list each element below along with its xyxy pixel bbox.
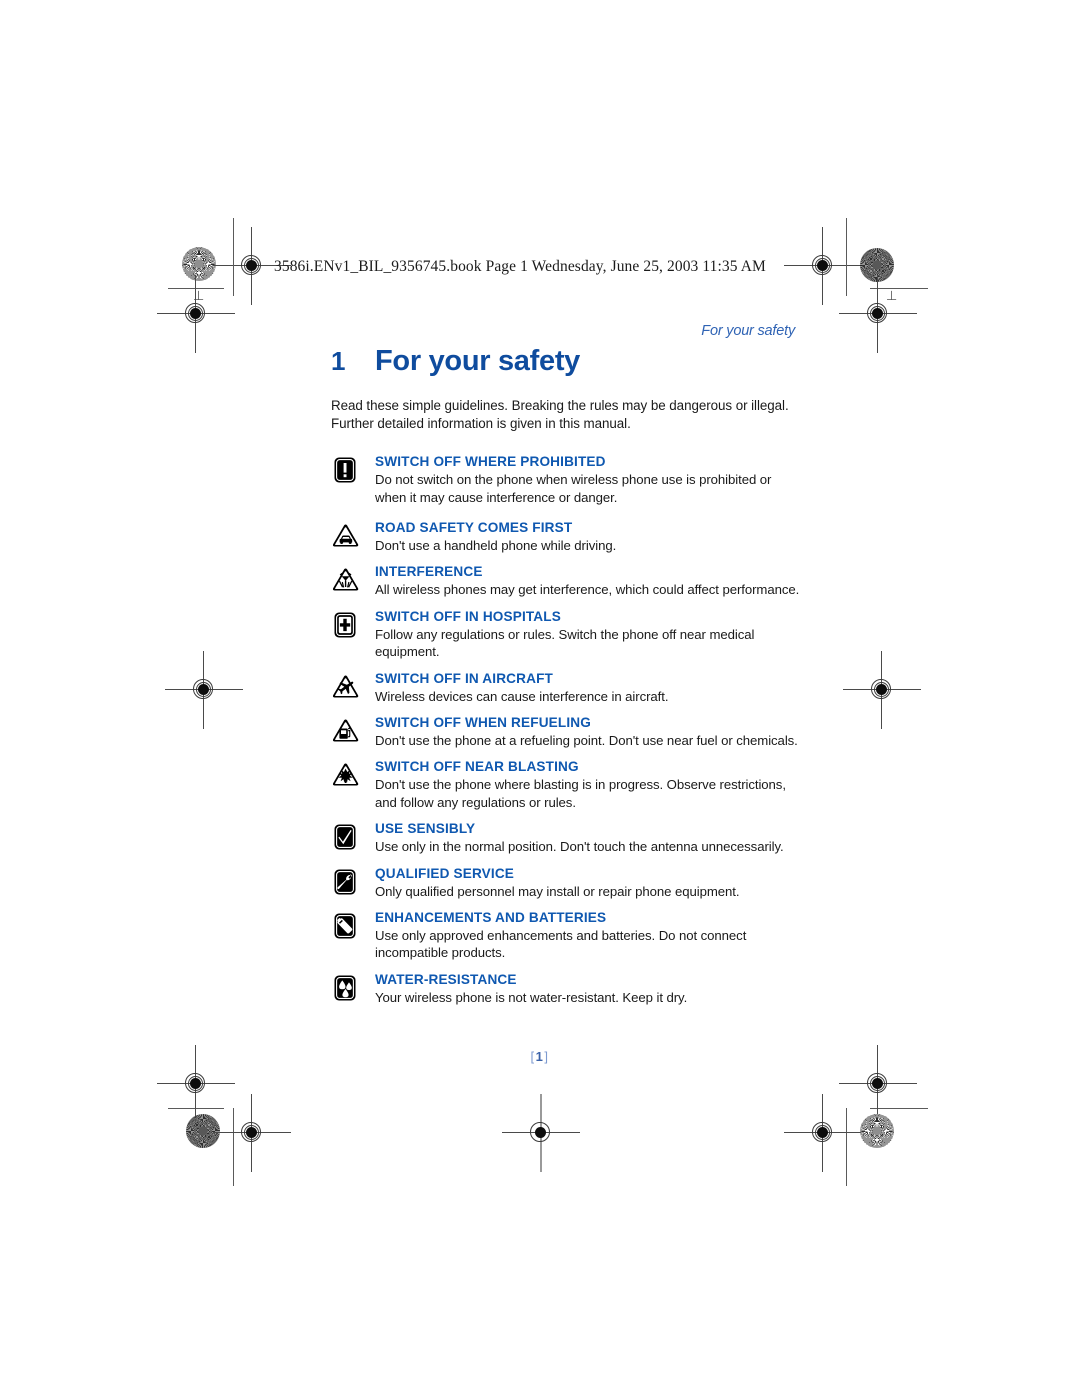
safety-item-title: SWITCH OFF IN HOSPITALS: [375, 608, 561, 624]
safety-item-text: Don't use a handheld phone while driving…: [375, 538, 617, 553]
safety-item-title: ENHANCEMENTS AND BATTERIES: [375, 910, 607, 926]
safety-item-title: SWITCH OFF NEAR BLASTING: [375, 759, 579, 775]
safety-item-body: WATER-RESISTANCE Your wireless phone is …: [375, 971, 801, 1006]
hospital-cross-square-icon: [331, 608, 375, 639]
safety-item-title: WATER-RESISTANCE: [375, 971, 517, 987]
page-content: 1 For your safety Read these simple guid…: [331, 345, 801, 1015]
safety-item-text: Follow any regulations or rules. Switch …: [375, 626, 755, 660]
crop-mark-right-vertical-top: [846, 218, 847, 296]
safety-item: SWITCH OFF WHEN REFUELING Don't use the …: [331, 714, 801, 749]
folio-close-bracket: ]: [544, 1049, 550, 1064]
safety-item: SWITCH OFF IN HOSPITALS Follow any regul…: [331, 608, 801, 661]
safety-item-body: ENHANCEMENTS AND BATTERIES Use only appr…: [375, 909, 801, 962]
crop-mark-bottom-right-rule: [870, 1108, 928, 1109]
page-title: 1 For your safety: [331, 345, 801, 378]
safety-item: ENHANCEMENTS AND BATTERIES Use only appr…: [331, 909, 801, 962]
safety-item-body: QUALIFIED SERVICE Only qualified personn…: [375, 865, 801, 900]
battery-square-icon: [331, 909, 375, 940]
safety-item-text: Only qualified personnel may install or …: [375, 883, 740, 899]
registration-target-upper-right: [839, 275, 917, 353]
page-number-folio: [1]: [0, 1049, 1080, 1064]
safety-item-text: Don't use the phone at a refueling point…: [375, 733, 798, 749]
safety-item: INTERFERENCE All wireless phones may get…: [331, 563, 801, 598]
safety-item-body: SWITCH OFF WHERE PROHIBITED Do not switc…: [375, 453, 801, 506]
safety-item: SWITCH OFF WHERE PROHIBITED Do not switc…: [331, 453, 801, 506]
safety-item: SWITCH OFF NEAR BLASTING Don't use the p…: [331, 758, 801, 811]
wrench-square-icon: [331, 865, 375, 896]
safety-item-title: SWITCH OFF WHEN REFUELING: [375, 715, 591, 731]
safety-item-title: INTERFERENCE: [375, 564, 483, 580]
intro-paragraph: Read these simple guidelines. Breaking t…: [331, 398, 789, 431]
crop-mark-right-vertical-bottom: [846, 1108, 847, 1186]
safety-item-body: SWITCH OFF WHEN REFUELING Don't use the …: [375, 714, 801, 749]
chapter-number: 1: [331, 346, 346, 376]
registration-rosette-top-left: [182, 247, 216, 281]
crop-mark-left-vertical-top: [233, 218, 234, 296]
registration-target-bottom-center: [502, 1094, 580, 1172]
registration-target-top-right: [784, 227, 862, 305]
safety-item: SWITCH OFF IN AIRCRAFT Wireless devices …: [331, 670, 801, 705]
safety-item-text: All wireless phones may get interference…: [375, 582, 800, 598]
safety-item-body: SWITCH OFF NEAR BLASTING Don't use the p…: [375, 758, 801, 811]
registration-target-middle-right: [843, 651, 921, 729]
safety-item-title: SWITCH OFF IN AIRCRAFT: [375, 670, 553, 686]
registration-rosette-bottom-left: [186, 1114, 220, 1148]
registration-target-upper-left: [157, 275, 235, 353]
safety-item-title: ROAD SAFETY COMES FIRST: [375, 520, 573, 535]
safety-item-title: QUALIFIED SERVICE: [375, 865, 515, 881]
safety-item-body: SWITCH OFF IN HOSPITALS Follow any regul…: [375, 608, 801, 661]
safety-item-body: USE SENSIBLY Use only in the normal posi…: [375, 820, 801, 855]
book-slug-line: 3586i.ENv1_BIL_9356745.book Page 1 Wedne…: [274, 258, 766, 275]
registration-target-bottom-left: [213, 1094, 291, 1172]
safety-item-text: Your wireless phone is not water-resista…: [375, 989, 688, 1005]
registration-rosette-bottom-right: [860, 1114, 894, 1148]
registration-target-middle-left: [165, 651, 243, 729]
crop-mark-top-right-rule: [870, 288, 928, 289]
safety-item-body: ROAD SAFETY COMES FIRST Don't use a hand…: [375, 519, 801, 554]
safety-item: QUALIFIED SERVICE Only qualified personn…: [331, 865, 801, 900]
safety-item-text: Don't use the phone where blasting is in…: [375, 777, 786, 810]
registration-target-top-left: [213, 227, 291, 305]
car-triangle-icon: [331, 519, 375, 550]
safety-item-body: SWITCH OFF IN AIRCRAFT Wireless devices …: [375, 670, 801, 705]
exclamation-square-icon: [331, 453, 375, 484]
safety-item: USE SENSIBLY Use only in the normal posi…: [331, 820, 801, 855]
safety-item: ROAD SAFETY COMES FIRST Don't use a hand…: [331, 519, 801, 554]
safety-item-title: USE SENSIBLY: [375, 821, 476, 837]
blasting-triangle-icon: [331, 758, 375, 789]
safety-item-title: SWITCH OFF WHERE PROHIBITED: [375, 454, 606, 470]
printed-page-sheet: ⊥ ⊥ 3586i.ENv1_BIL_9356745.book Page 1 W…: [0, 0, 1080, 1397]
safety-item-text: Use only approved enhancements and batte…: [375, 928, 747, 961]
safety-item-body: INTERFERENCE All wireless phones may get…: [375, 563, 801, 598]
safety-item-text: Do not switch on the phone when wireless…: [375, 472, 772, 505]
safety-item-text: Use only in the normal position. Don't t…: [375, 839, 784, 855]
safety-item-text: Wireless devices can cause interference …: [375, 688, 669, 704]
fuel-pump-triangle-icon: [331, 714, 375, 745]
water-drops-square-icon: [331, 971, 375, 1002]
aircraft-triangle-icon: [331, 670, 375, 701]
safety-item: WATER-RESISTANCE Your wireless phone is …: [331, 971, 801, 1006]
interference-triangle-icon: [331, 563, 375, 594]
chapter-title-text: For your safety: [375, 345, 580, 377]
running-head: For your safety: [701, 323, 795, 339]
registration-target-bottom-right: [784, 1094, 862, 1172]
registration-target-lower-right: [839, 1045, 917, 1123]
checkmark-square-icon: [331, 820, 375, 851]
registration-target-lower-left: [157, 1045, 235, 1123]
